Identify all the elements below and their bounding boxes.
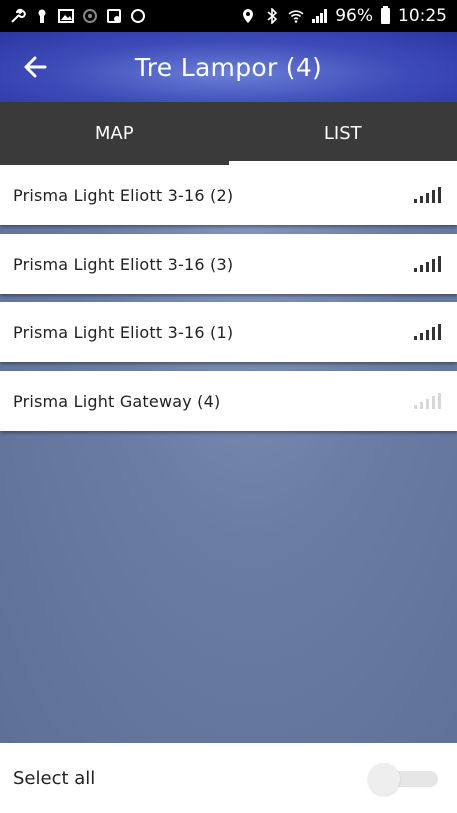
wrench-icon bbox=[11, 8, 26, 23]
device-row[interactable]: Prisma Light Eliott 3-16 (2) bbox=[0, 165, 457, 225]
battery-percent: 96% bbox=[335, 6, 373, 26]
signal-strength-icon bbox=[414, 187, 441, 203]
device-name: Prisma Light Eliott 3-16 (3) bbox=[13, 254, 234, 274]
status-time: 10:25 bbox=[398, 6, 447, 26]
target-icon bbox=[83, 9, 97, 23]
arrow-left-icon[interactable] bbox=[20, 52, 50, 82]
page-title: Tre Lampor (4) bbox=[134, 52, 323, 82]
circle-icon bbox=[131, 9, 145, 23]
wifi-icon bbox=[288, 10, 304, 23]
app-bar: Tre Lampor (4) bbox=[0, 32, 457, 102]
status-bar: 96% 10:25 bbox=[0, 0, 457, 32]
battery-icon bbox=[381, 6, 390, 24]
device-list: Prisma Light Eliott 3-16 (2) Prisma Ligh… bbox=[0, 165, 457, 743]
signal-strength-icon bbox=[414, 324, 441, 340]
tab-map[interactable]: MAP bbox=[0, 102, 229, 165]
device-name: Prisma Light Eliott 3-16 (2) bbox=[13, 185, 234, 205]
device-row[interactable]: Prisma Light Gateway (4) bbox=[0, 371, 457, 431]
status-bar-left bbox=[10, 8, 146, 24]
device-name: Prisma Light Eliott 3-16 (1) bbox=[13, 322, 234, 342]
select-all-label: Select all bbox=[13, 767, 96, 789]
signal-icon bbox=[312, 9, 328, 23]
toggle-knob bbox=[368, 763, 400, 795]
cast-icon bbox=[107, 9, 121, 23]
select-all-bar: Select all bbox=[0, 743, 457, 813]
device-row[interactable]: Prisma Light Eliott 3-16 (1) bbox=[0, 302, 457, 362]
tab-list[interactable]: LIST bbox=[228, 102, 457, 165]
image-icon bbox=[58, 9, 74, 23]
location-icon bbox=[243, 9, 254, 23]
keyhole-icon bbox=[38, 9, 46, 23]
device-row[interactable]: Prisma Light Eliott 3-16 (3) bbox=[0, 234, 457, 294]
signal-strength-icon bbox=[414, 256, 441, 272]
bluetooth-icon bbox=[267, 8, 278, 24]
select-all-toggle[interactable] bbox=[368, 763, 438, 795]
device-name: Prisma Light Gateway (4) bbox=[13, 391, 221, 411]
tab-bar: MAP LIST bbox=[0, 102, 457, 165]
signal-strength-icon bbox=[414, 393, 441, 409]
status-bar-right: 96% 10:25 bbox=[240, 6, 447, 26]
